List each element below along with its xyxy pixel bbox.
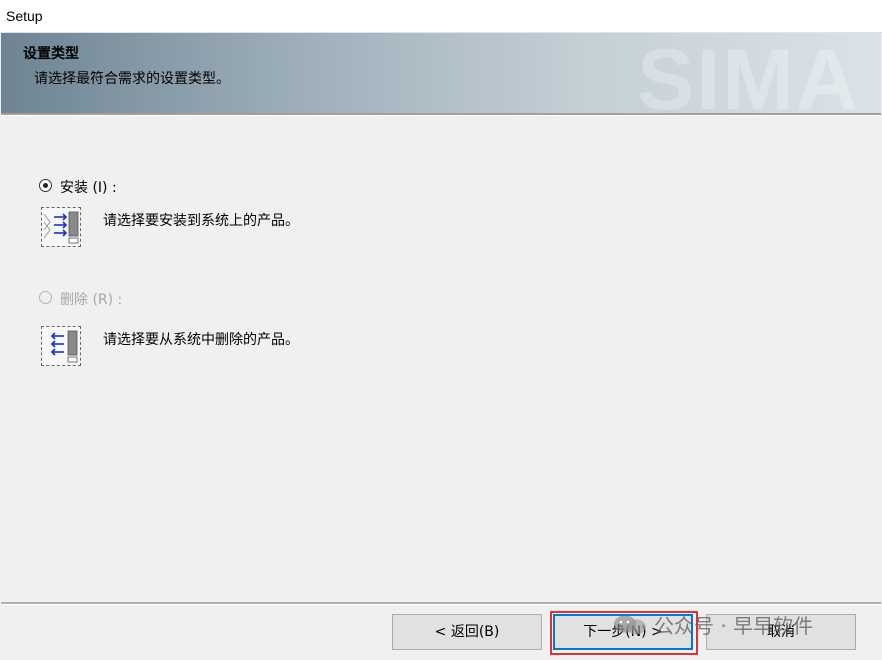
header-banner: SIMA 设置类型 请选择最符合需求的设置类型。 xyxy=(1,33,881,113)
remove-label[interactable]: 删除 (R) : xyxy=(60,289,122,309)
radio-selected-dot xyxy=(43,183,48,188)
install-label[interactable]: 安装 (I) : xyxy=(60,177,117,197)
install-icon xyxy=(41,207,81,247)
title-bar: Setup xyxy=(0,0,882,33)
page-title: 设置类型 xyxy=(23,46,79,62)
remove-description: 请选择要从系统中删除的产品。 xyxy=(103,332,299,348)
back-button[interactable]: < 返回(B) xyxy=(392,614,542,650)
install-radio[interactable] xyxy=(39,179,52,192)
overlay-watermark: 公众号 · 早早软件 xyxy=(612,610,813,644)
remove-icon xyxy=(41,326,81,366)
overlay-watermark-text: 公众号 · 早早软件 xyxy=(654,614,814,638)
window-title: Setup xyxy=(6,8,43,24)
wechat-logo-icon xyxy=(614,615,646,635)
footer-divider xyxy=(1,602,881,605)
page-subtitle: 请选择最符合需求的设置类型。 xyxy=(34,71,230,87)
header-divider xyxy=(1,113,881,116)
header-watermark: SIMA xyxy=(637,33,860,113)
install-description: 请选择要安装到系统上的产品。 xyxy=(103,213,299,229)
remove-radio[interactable] xyxy=(39,291,52,304)
